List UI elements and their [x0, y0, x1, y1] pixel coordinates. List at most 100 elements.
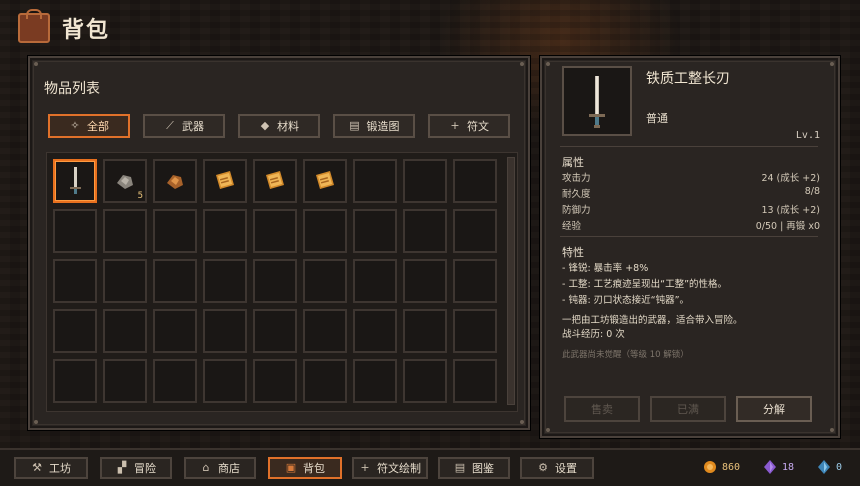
inventory-slot-empty[interactable] — [203, 209, 247, 253]
filter-weapons-button[interactable]: ⟋ 武器 — [143, 114, 225, 138]
inventory-slot-empty[interactable] — [253, 209, 297, 253]
rivet — [546, 62, 550, 66]
stat-row: 攻击力 24 (成长 +2) — [562, 170, 820, 184]
stat-row: 经验 0/50 | 再锻 x0 — [562, 218, 820, 232]
inventory-grid-frame: 5 — [46, 152, 518, 412]
soul-counter: 0 — [818, 460, 842, 474]
stat-row: 防御力 13 (成长 +2) — [562, 202, 820, 216]
inventory-slot-filled[interactable] — [53, 159, 97, 203]
filter-runes-button[interactable]: + 符文 — [428, 114, 510, 138]
inventory-slot-empty[interactable] — [153, 359, 197, 403]
nav-workshop[interactable]: ⚒ 工坊 — [14, 457, 88, 479]
inventory-slot-filled[interactable] — [253, 159, 297, 203]
inventory-slot-empty[interactable] — [53, 209, 97, 253]
trait-line: - 钝器: 刃口状态接近“钝器”。 — [562, 295, 690, 306]
inventory-slot-empty[interactable] — [403, 259, 447, 303]
inventory-slot-empty[interactable] — [253, 309, 297, 353]
nav-settings[interactable]: ⚙ 设置 — [520, 457, 594, 479]
anvil-icon: ⚒ — [32, 461, 42, 474]
inventory-slot-empty[interactable] — [153, 259, 197, 303]
crystal-counter: 18 — [764, 460, 794, 474]
scroll-icon — [216, 171, 234, 189]
inventory-slot-empty[interactable] — [303, 209, 347, 253]
inventory-slot-empty[interactable] — [353, 359, 397, 403]
awaken-hint: 此武器尚未觉醒（等级 10 解锁） — [562, 350, 689, 360]
inventory-slot-empty[interactable] — [303, 259, 347, 303]
inventory-slot-empty[interactable] — [153, 309, 197, 353]
nav-rune-drawing[interactable]: + 符文绘制 — [352, 457, 428, 479]
stat-label: 耐久度 — [562, 189, 591, 200]
filter-label: 全部 — [87, 120, 109, 133]
inventory-slot-empty[interactable] — [203, 259, 247, 303]
nav-codex[interactable]: ▤ 图鉴 — [438, 457, 510, 479]
inventory-slot-empty[interactable] — [453, 359, 497, 403]
inventory-panel: 物品列表 ✧ 全部 ⟋ 武器 ◆ 材料 ▤ 锻造图 + 符文 5 — [28, 56, 530, 430]
item-rarity: 普通 — [646, 112, 668, 125]
inventory-slot-empty[interactable] — [403, 309, 447, 353]
full-button[interactable]: 已满 — [650, 396, 726, 422]
inventory-slot-empty[interactable] — [103, 309, 147, 353]
inventory-slot-empty[interactable] — [303, 359, 347, 403]
compass-icon: ✧ — [70, 119, 80, 132]
rivet — [830, 62, 834, 66]
inventory-slot-empty[interactable] — [403, 209, 447, 253]
stat-label: 防御力 — [562, 205, 591, 216]
inventory-scrollbar[interactable] — [507, 157, 515, 405]
inventory-slot-filled[interactable]: 5 — [103, 159, 147, 203]
sword-icon — [70, 167, 81, 194]
inventory-slot-empty[interactable] — [453, 209, 497, 253]
ore-icon: ◆ — [260, 119, 270, 132]
inventory-slot-empty[interactable] — [453, 159, 497, 203]
sword-icon — [589, 76, 605, 128]
inventory-slot-empty[interactable] — [353, 159, 397, 203]
scrollbar-thumb[interactable] — [508, 158, 514, 404]
description-line: 战斗经历: 0 次 — [562, 329, 625, 340]
inventory-slot-empty[interactable] — [303, 309, 347, 353]
inventory-title: 物品列表 — [44, 81, 100, 97]
inventory-slot-empty[interactable] — [103, 359, 147, 403]
inventory-slot-empty[interactable] — [353, 209, 397, 253]
filter-blueprints-button[interactable]: ▤ 锻造图 — [333, 114, 415, 138]
inventory-slot-empty[interactable] — [403, 159, 447, 203]
inventory-slot-empty[interactable] — [203, 309, 247, 353]
nav-bag[interactable]: ▣ 背包 — [268, 457, 342, 479]
filter-all-button[interactable]: ✧ 全部 — [48, 114, 130, 138]
filter-label: 锻造图 — [366, 120, 400, 133]
gold-coin-icon — [704, 461, 716, 473]
inventory-slot-filled[interactable] — [153, 159, 197, 203]
inventory-slot-empty[interactable] — [253, 259, 297, 303]
sell-button[interactable]: 售卖 — [564, 396, 640, 422]
inventory-slot-empty[interactable] — [453, 309, 497, 353]
slot-quantity: 5 — [137, 191, 143, 201]
inventory-slot-filled[interactable] — [303, 159, 347, 203]
inventory-slot-empty[interactable] — [53, 259, 97, 303]
inventory-slot-empty[interactable] — [103, 209, 147, 253]
inventory-slot-empty[interactable] — [203, 359, 247, 403]
inventory-slot-empty[interactable] — [153, 209, 197, 253]
inventory-slot-empty[interactable] — [253, 359, 297, 403]
dismantle-button[interactable]: 分解 — [736, 396, 812, 422]
stat-value: 24 (成长 +2) — [761, 173, 820, 184]
inventory-slot-empty[interactable] — [403, 359, 447, 403]
nav-label: 图鉴 — [472, 462, 494, 475]
rivet — [34, 62, 38, 66]
filter-materials-button[interactable]: ◆ 材料 — [238, 114, 320, 138]
scroll-icon — [266, 171, 284, 189]
nav-adventure[interactable]: ▞ 冒险 — [100, 457, 172, 479]
gear-icon: ⚙ — [538, 461, 548, 474]
nav-shop[interactable]: ⌂ 商店 — [184, 457, 256, 479]
inventory-slot-empty[interactable] — [103, 259, 147, 303]
rivet — [520, 420, 524, 424]
inventory-slot-empty[interactable] — [353, 259, 397, 303]
inventory-slot-empty[interactable] — [353, 309, 397, 353]
inventory-slot-empty[interactable] — [453, 259, 497, 303]
stat-label: 攻击力 — [562, 173, 591, 184]
nav-label: 商店 — [218, 462, 240, 475]
trait-line: - 工整: 工艺痕迹呈现出“工整”的性格。 — [562, 279, 728, 290]
inventory-slot-filled[interactable] — [203, 159, 247, 203]
inventory-slot-empty[interactable] — [53, 359, 97, 403]
crystal-value: 18 — [782, 461, 795, 473]
sword-icon: ⟋ — [166, 119, 174, 132]
inventory-slot-empty[interactable] — [53, 309, 97, 353]
shop-icon: ⌂ — [202, 461, 210, 474]
